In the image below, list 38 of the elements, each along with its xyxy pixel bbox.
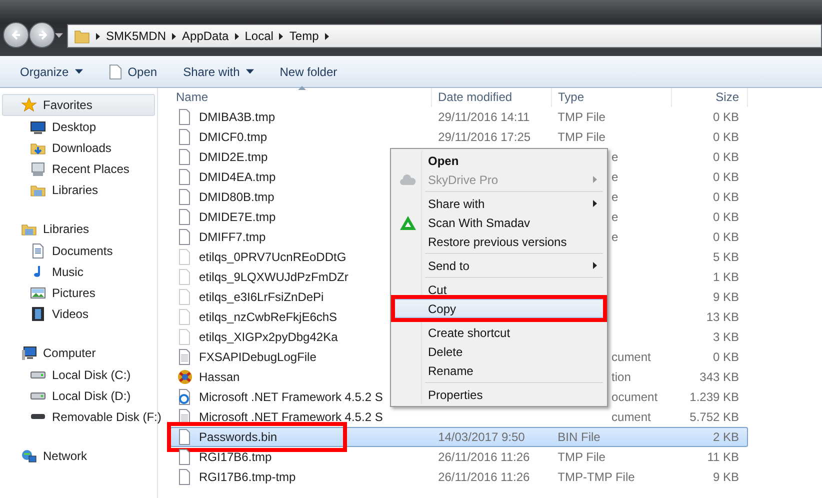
- type-cell: e: [612, 150, 618, 164]
- size-cell: 11 KB: [707, 450, 740, 464]
- date-cell: 14/03/2017 9:50: [438, 430, 525, 444]
- type-cell: e: [612, 230, 618, 244]
- type-cell: ocument: [612, 390, 658, 404]
- size-cell: 0 KB: [713, 230, 740, 244]
- type-cell: TMP File: [558, 130, 606, 144]
- size-cell: 1.239 KB: [690, 390, 740, 404]
- date-cell: 26/11/2016 11:26: [438, 470, 530, 484]
- size-cell: 0 KB: [713, 170, 740, 184]
- size-cell: 5.752 KB: [690, 410, 740, 424]
- type-cell: e: [612, 190, 618, 204]
- size-cell: 0 KB: [713, 210, 740, 224]
- type-cell: e: [612, 170, 618, 184]
- date-cell: 29/11/2016 14:11: [438, 110, 530, 124]
- size-cell: 0 KB: [713, 150, 740, 164]
- type-cell: cument: [612, 410, 651, 424]
- type-cell: BIN File: [558, 430, 600, 444]
- type-cell: TMP-TMP File: [558, 470, 635, 484]
- size-cell: 0 KB: [713, 130, 740, 144]
- size-cell: 343 KB: [700, 370, 740, 384]
- type-cell: cument: [612, 350, 651, 364]
- size-cell: 2 KB: [713, 430, 740, 444]
- size-cell: 5 KB: [713, 250, 740, 264]
- type-cell: TMP File: [558, 450, 606, 464]
- size-cell: 13 KB: [706, 310, 740, 324]
- size-cell: 9 KB: [713, 470, 740, 484]
- size-cell: 0 KB: [713, 190, 740, 204]
- size-cell: 1 KB: [713, 270, 740, 284]
- type-cell: TMP File: [558, 110, 606, 124]
- date-cell: 26/11/2016 11:26: [438, 450, 530, 464]
- size-cell: 9 KB: [713, 290, 740, 304]
- size-cell: 0 KB: [713, 350, 740, 364]
- type-cell: tion: [612, 370, 631, 384]
- type-cell: e: [612, 210, 618, 224]
- date-cell: 29/11/2016 17:25: [438, 130, 531, 144]
- size-cell: 0 KB: [713, 110, 740, 124]
- size-cell: 3 KB: [713, 330, 740, 344]
